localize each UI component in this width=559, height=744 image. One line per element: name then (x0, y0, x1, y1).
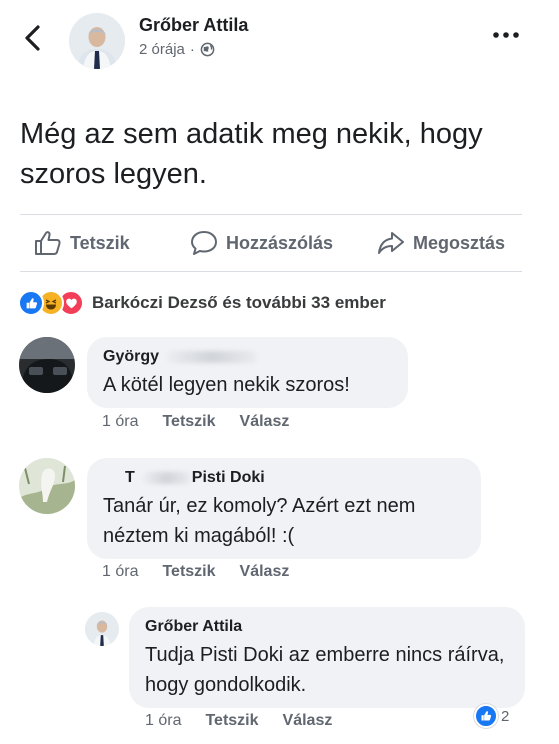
comment-reply-button[interactable]: Válasz (240, 563, 290, 581)
reply-author-name[interactable]: Grőber Attila (145, 618, 509, 636)
comment-time[interactable]: 1 óra (102, 413, 138, 431)
share-icon (378, 232, 404, 254)
commenter-avatar[interactable] (19, 458, 75, 514)
comment-text: A kötél legyen nekik szoros! (103, 374, 350, 396)
comment-actions: 1 óra Tetszik Válasz (102, 563, 289, 581)
back-arrow-icon[interactable] (22, 24, 44, 52)
reply-bubble: Grőber Attila Tudja Pisti Doki az emberr… (129, 607, 525, 708)
like-button[interactable]: Tetszik (34, 230, 130, 256)
comment-time[interactable]: 1 óra (102, 563, 138, 581)
share-label: Megosztás (413, 232, 506, 253)
author-avatar[interactable] (69, 13, 125, 69)
reply-actions: 1 óra Tetszik Válasz (145, 712, 332, 730)
globe-icon (200, 42, 215, 57)
reply-like-button[interactable]: Tetszik (205, 712, 258, 730)
meta-separator: · (189, 41, 195, 58)
reactions-summary[interactable]: Barkóczi Dezső és további 33 ember (18, 290, 386, 316)
post-meta: 2 órája · (139, 41, 215, 58)
comment-reply-button[interactable]: Válasz (240, 413, 290, 431)
comment-actions: 1 óra Tetszik Válasz (102, 413, 289, 431)
commenter-avatar[interactable] (19, 337, 75, 393)
comment-like-button[interactable]: Tetszik (162, 413, 215, 431)
comment-icon (191, 231, 217, 255)
share-button[interactable]: Megosztás (377, 230, 505, 256)
commenter-name-initial[interactable]: T (125, 469, 135, 487)
comment-bubble: György A kötél legyen nekik szoros! (87, 337, 408, 408)
thumbs-up-icon (35, 231, 61, 255)
reply-reply-button[interactable]: Válasz (283, 712, 333, 730)
like-reaction-icon (18, 290, 44, 316)
commenter-name[interactable]: György (103, 348, 159, 366)
reply-time[interactable]: 1 óra (145, 712, 181, 730)
more-options-icon[interactable] (492, 30, 520, 40)
like-reaction-icon (474, 704, 498, 728)
reply-author-avatar[interactable] (85, 612, 119, 646)
comment-button[interactable]: Hozzászólás (190, 230, 333, 256)
reply-text: Tudja Pisti Doki az emberre nincs ráírva… (145, 644, 505, 696)
post-text: Még az sem adatik meg nekik, hogy szoros… (20, 118, 483, 190)
divider (20, 214, 522, 215)
like-count: 2 (501, 707, 510, 725)
like-label: Tetszik (70, 232, 130, 253)
post-time[interactable]: 2 órája (139, 41, 185, 58)
commenter-name[interactable]: Pisti Doki (192, 469, 265, 487)
post-author-name[interactable]: Grőber Attila (139, 15, 248, 36)
redacted-name (167, 351, 258, 363)
redacted-name (142, 472, 191, 484)
comment-label: Hozzászólás (226, 232, 334, 253)
divider (20, 271, 522, 272)
comment-text: Tanár úr, ez komoly? Azért ezt nem nézte… (103, 495, 416, 547)
comment-like-button[interactable]: Tetszik (162, 563, 215, 581)
reactions-text: Barkóczi Dezső és további 33 ember (92, 293, 386, 312)
comment-bubble: T Pisti Doki Tanár úr, ez komoly? Azért … (87, 458, 481, 559)
reply-like-count[interactable]: 2 (474, 704, 509, 728)
